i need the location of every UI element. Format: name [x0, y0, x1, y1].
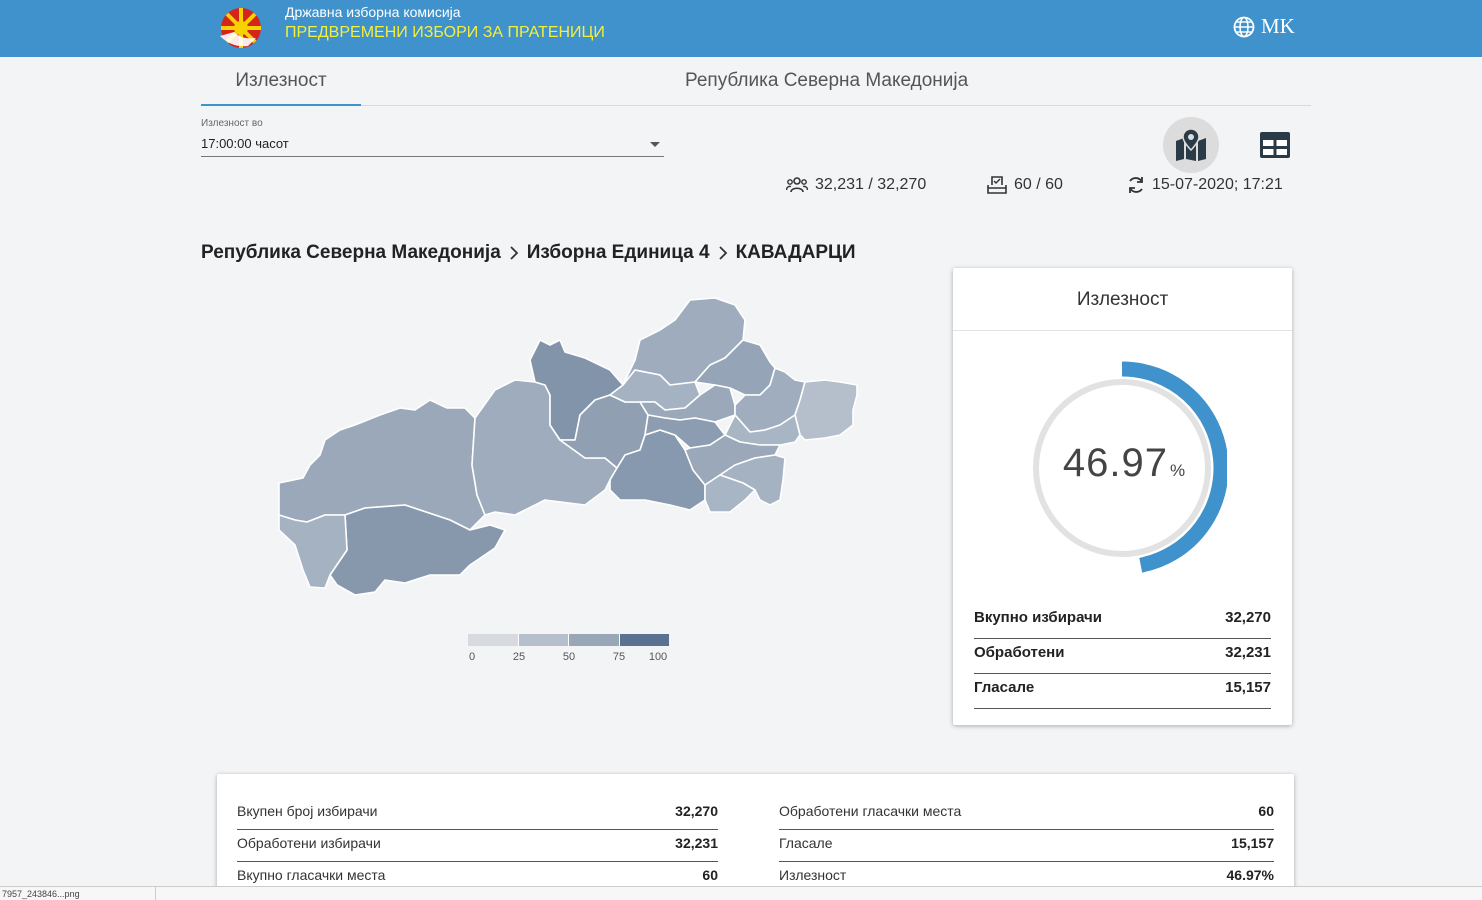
breadcrumb-country[interactable]: Република Северна Македонија [201, 242, 501, 264]
turnout-percent: 46.97 [1062, 441, 1168, 485]
time-select[interactable]: 17:00:00 часот [201, 132, 664, 157]
voted-row: Гласале 15,157 [974, 674, 1271, 709]
summary-left-column: Вкупен број избирачи 32,270 Обработени и… [237, 798, 718, 894]
row-value: 15,157 [1231, 835, 1274, 851]
updated-stat: 15-07-2020; 17:21 [1127, 176, 1283, 194]
row-label: Гласале [974, 679, 1035, 696]
region-title: Република Северна Македонија [685, 70, 969, 91]
breadcrumb: Република Северна Македонија Изборна Еди… [201, 242, 856, 264]
summary-row: Обработени гласачки места 60 [779, 798, 1274, 830]
summary-row: Обработени избирачи 32,231 [237, 830, 718, 862]
org-name: Државна изборна комисија [285, 4, 461, 20]
summary-row: Вкупен број избирачи 32,270 [237, 798, 718, 830]
language-switcher[interactable]: MK [1233, 14, 1295, 39]
voters-stat: 32,231 / 32,270 [786, 176, 926, 194]
row-label: Гласале [779, 835, 833, 851]
stations-stat-value: 60 / 60 [1014, 176, 1063, 193]
legend-tick: 75 [612, 651, 626, 663]
legend-tick: 50 [562, 651, 576, 663]
legend-swatch [518, 634, 569, 646]
turnout-card: Излезност 46.97% Вкупно избирачи 32,270 … [953, 268, 1292, 725]
map-legend: 0 25 50 75 100 [468, 634, 670, 670]
divider [155, 887, 156, 900]
total-voters-row: Вкупно избирачи 32,270 [974, 604, 1271, 639]
row-value: 32,270 [1225, 609, 1271, 626]
turnout-summary: Вкупно избирачи 32,270 Обработени 32,231… [974, 604, 1271, 709]
time-select-label: Излезност во [201, 118, 263, 129]
map-view-button[interactable] [1163, 117, 1219, 173]
legend-ticks: 0 25 50 75 100 [468, 646, 670, 664]
row-label: Вкупно избирачи [974, 609, 1102, 626]
gauge-label: 46.97% [1021, 441, 1227, 486]
summary-right-column: Обработени гласачки места 60 Гласале 15,… [779, 798, 1274, 894]
active-tab-indicator [201, 104, 361, 106]
row-label: Обработени гласачки места [779, 803, 962, 819]
time-select-value: 17:00:00 часот [201, 136, 289, 151]
summary-card: Вкупен број избирачи 32,270 Обработени и… [217, 774, 1294, 900]
legend-tick: 100 [648, 651, 668, 663]
top-header: Државна изборна комисија ПРЕДВРЕМЕНИ ИЗБ… [0, 0, 1482, 57]
people-icon [786, 177, 808, 193]
legend-tick: 25 [512, 651, 526, 663]
chevron-right-icon [509, 245, 519, 261]
globe-icon [1233, 16, 1255, 37]
download-bar: 7957_243846...png [0, 886, 1482, 900]
tab-turnout[interactable]: Излезност [201, 57, 361, 105]
turnout-map [278, 297, 858, 596]
chevron-right-icon [718, 245, 728, 261]
legend-swatch [468, 634, 519, 646]
legend-swatch [619, 634, 669, 646]
row-value: 60 [1258, 803, 1274, 819]
legend-tick: 0 [468, 651, 476, 663]
row-label: Обработени [974, 644, 1065, 661]
turnout-card-title: Излезност [953, 268, 1292, 331]
row-label: Вкупен број избирачи [237, 803, 378, 819]
table-icon [1260, 132, 1290, 158]
refresh-icon [1129, 177, 1143, 193]
stations-stat: 60 / 60 [987, 176, 1063, 194]
legend-color-bar [468, 634, 669, 646]
legend-swatch [569, 634, 620, 646]
row-value: 32,231 [1225, 644, 1271, 661]
tab-bar: Излезност Република Северна Македонија [201, 57, 1311, 106]
breadcrumb-municipality: КАВАДАРЦИ [735, 242, 856, 263]
download-filename[interactable]: 7957_243846...png [2, 889, 80, 899]
map-marker-icon [1176, 129, 1206, 161]
commission-logo [220, 8, 261, 48]
turnout-gauge: 46.97% [1021, 353, 1229, 579]
summary-row: Гласале 15,157 [779, 830, 1274, 862]
row-label: Обработени избирачи [237, 835, 381, 851]
updated-stat-value: 15-07-2020; 17:21 [1152, 176, 1283, 193]
voters-stat-value: 32,231 / 32,270 [815, 176, 927, 193]
election-name: ПРЕДВРЕМЕНИ ИЗБОРИ ЗА ПРАТЕНИЦИ [285, 24, 605, 41]
breadcrumb-unit[interactable]: Изборна Единица 4 [527, 242, 710, 264]
row-value: 32,270 [675, 803, 718, 819]
ballot-box-icon [987, 176, 1007, 194]
percent-unit: % [1169, 461, 1186, 480]
processed-row: Обработени 32,231 [974, 639, 1271, 674]
table-view-button[interactable] [1247, 117, 1303, 173]
map-area[interactable] [794, 379, 858, 441]
row-value: 15,157 [1225, 679, 1271, 696]
chevron-down-icon [650, 142, 660, 147]
language-label: MK [1261, 14, 1295, 38]
row-value: 32,231 [675, 835, 718, 851]
